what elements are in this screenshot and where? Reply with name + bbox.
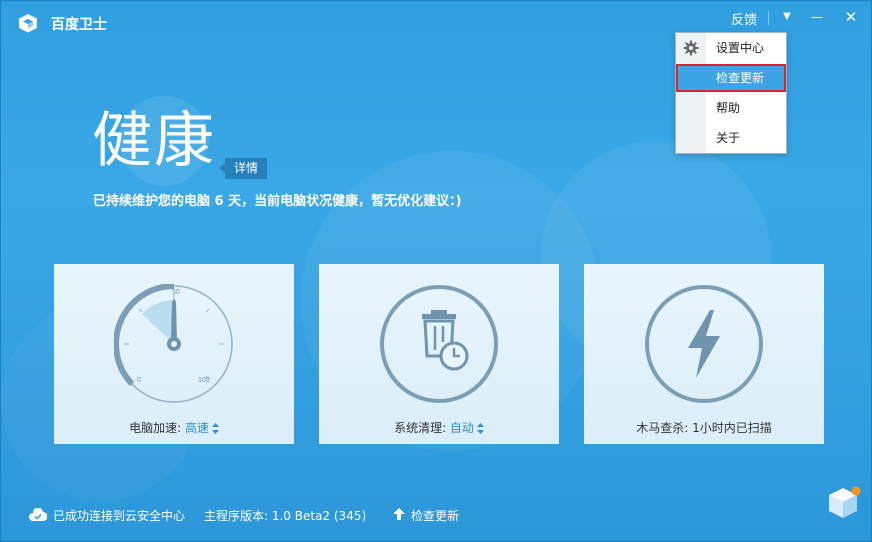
menu-item-label: 检查更新: [716, 71, 765, 85]
gear-icon: [683, 40, 699, 56]
health-summary-text: 已持续维护您的电脑 6 天，当前电脑状况健康，暂无优化建议：): [93, 194, 462, 209]
check-update-link[interactable]: 检查更新: [411, 507, 459, 524]
titlebar-divider: [768, 11, 769, 25]
menu-item-label: 设置中心: [716, 41, 765, 55]
system-cleanup-card[interactable]: 系统清理: 自动: [319, 264, 559, 444]
cleanup-mode-select[interactable]: 自动: [450, 421, 474, 435]
close-button[interactable]: ✕: [841, 7, 861, 27]
menu-item-label: 帮助: [716, 101, 741, 115]
gauge-label-0: 0: [137, 377, 141, 384]
gauge-label-100: 100: [198, 377, 210, 384]
cloud-connection-status: 已成功连接到云安全中心: [53, 509, 186, 523]
card-label: 电脑加速: 高速: [54, 419, 294, 436]
arrow-up-icon[interactable]: [393, 508, 405, 520]
menu-item-settings[interactable]: 设置中心: [676, 34, 786, 62]
trojan-scan-card[interactable]: 木马查杀: 1小时内已扫描: [584, 264, 824, 444]
chevron-down-icon: ▼: [783, 11, 791, 22]
card-name: 电脑加速:: [129, 421, 185, 435]
trash-clock-icon: [380, 285, 498, 403]
menu-item-help[interactable]: 帮助: [676, 94, 786, 122]
menu-item-check-update[interactable]: 检查更新: [676, 64, 786, 92]
details-button[interactable]: 详情: [219, 158, 267, 179]
up-down-arrow-icon[interactable]: [476, 423, 484, 434]
speed-up-card[interactable]: 50 0 100 电脑加速: 高速: [54, 264, 294, 444]
feedback-link[interactable]: 反馈: [731, 9, 757, 28]
card-name: 系统清理:: [394, 421, 450, 435]
card-name: 木马查杀: 1小时内已扫描: [636, 421, 772, 435]
app-title: 百度卫士: [51, 17, 107, 33]
speedometer-icon: 50 0 100: [114, 284, 233, 403]
lightning-icon: [645, 285, 763, 403]
version-text: 主程序版本: 1.0 Beta2 (345): [204, 509, 367, 523]
status-bar: 已成功连接到云安全中心 主程序版本: 1.0 Beta2 (345) 检查更新: [1, 501, 871, 531]
cloud-check-icon: [29, 508, 47, 521]
speed-mode-select[interactable]: 高速: [185, 421, 209, 435]
menu-dropdown-button[interactable]: ▼: [777, 7, 797, 27]
close-icon: ✕: [844, 8, 858, 26]
settings-dropdown-menu: 设置中心 检查更新 帮助 关于: [675, 32, 787, 154]
app-window: 百度卫士 反馈 ▼ — ✕ 设置中心 检查更新 帮助 关于 健康 详情 已持续维…: [0, 0, 872, 542]
up-down-arrow-icon[interactable]: [211, 423, 219, 434]
minimize-icon: —: [811, 10, 823, 24]
gauge-label-50: 50: [172, 289, 180, 296]
minimize-button[interactable]: —: [807, 7, 827, 27]
menu-item-about[interactable]: 关于: [676, 124, 786, 152]
health-status-title: 健康: [92, 106, 216, 176]
baidu-shield-logo-icon: [19, 14, 37, 33]
card-label: 木马查杀: 1小时内已扫描: [584, 419, 824, 436]
card-label: 系统清理: 自动: [319, 419, 559, 436]
baidu-cube-logo-icon[interactable]: [825, 484, 863, 522]
menu-item-label: 关于: [716, 131, 741, 145]
